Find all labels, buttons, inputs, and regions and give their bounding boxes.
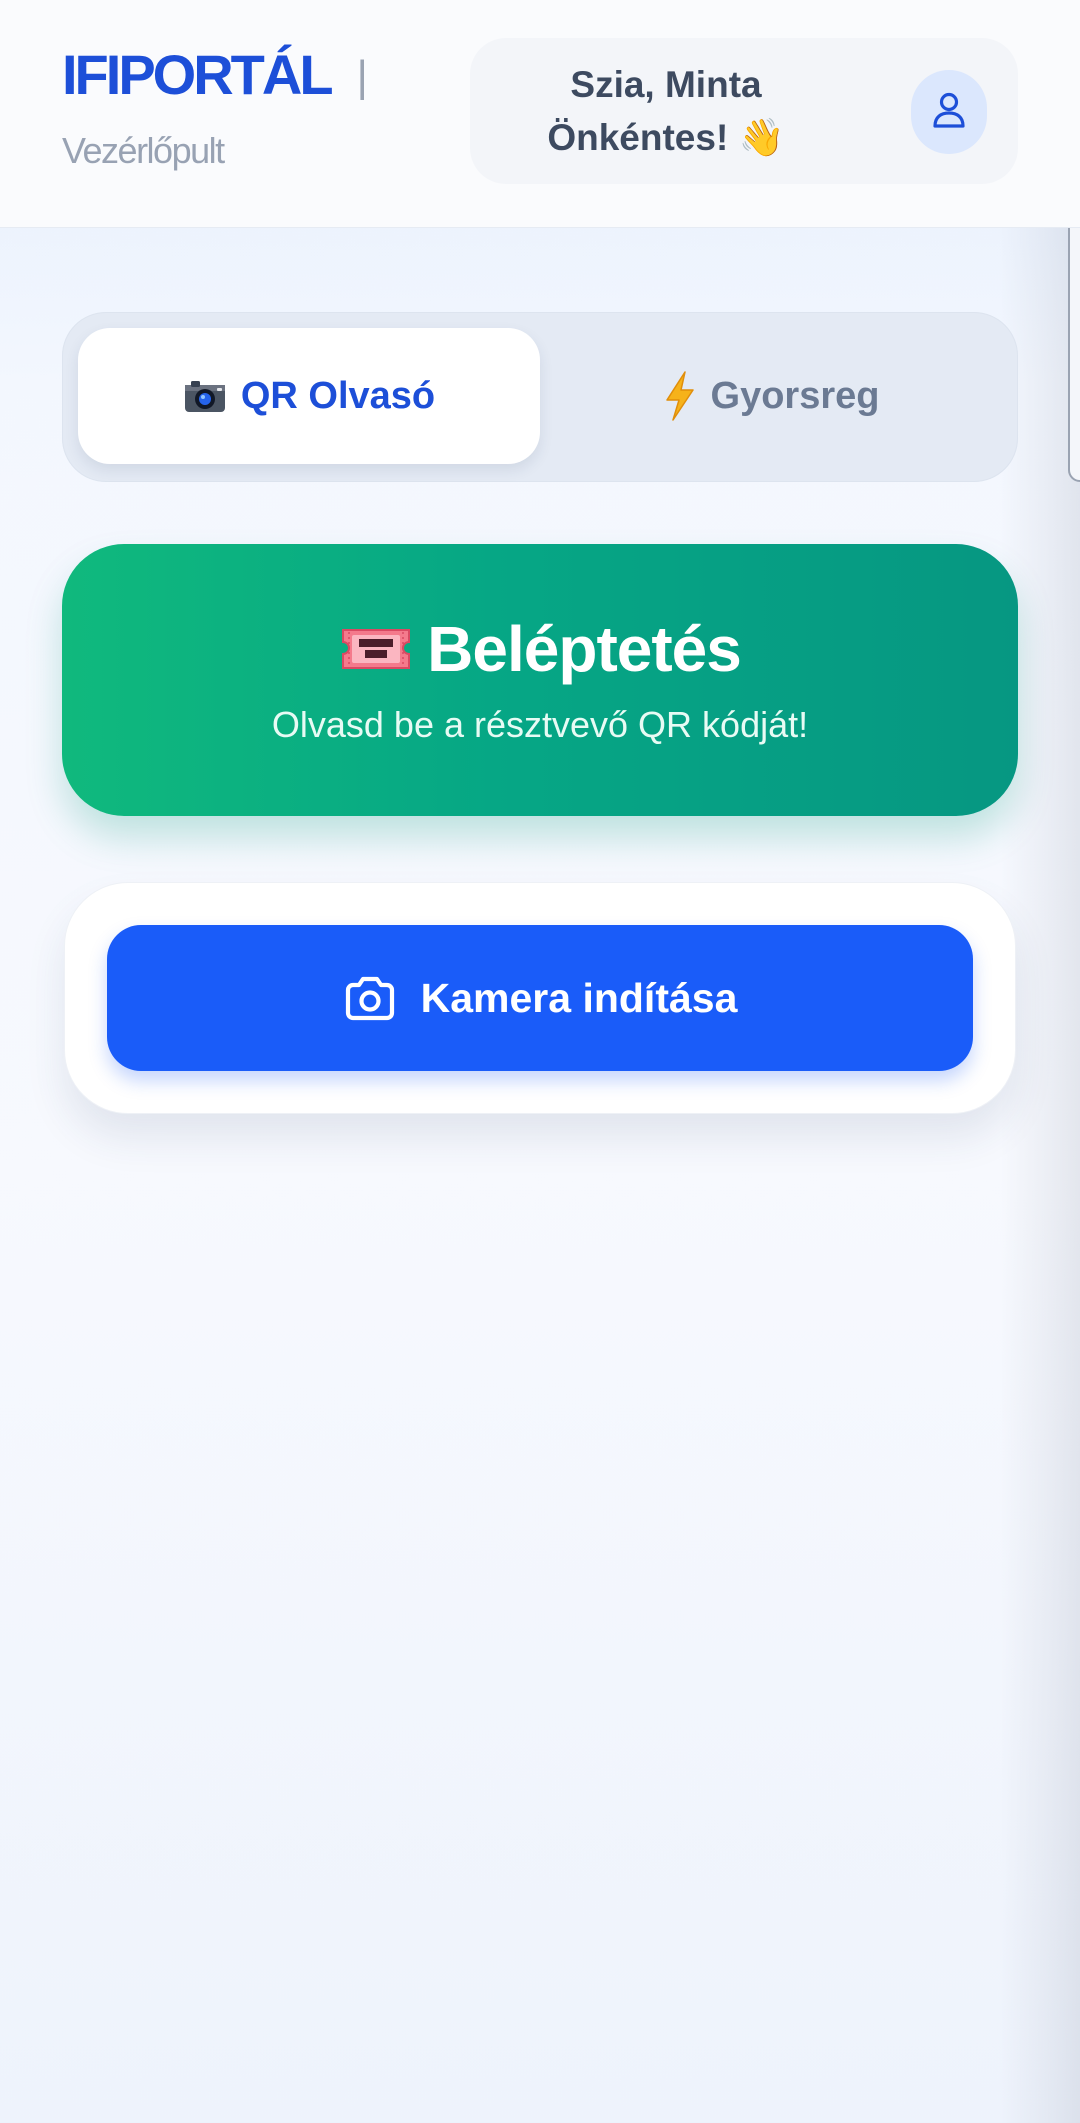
- greeting-line-2: Önkéntes! 👋: [547, 117, 785, 158]
- banner-title-row: Beléptetés: [62, 612, 1018, 686]
- app-header: IFIPORTÁL | Vezérlőpult Szia, Minta Önké…: [0, 0, 1080, 228]
- tab-qr-label: QR Olvasó: [240, 374, 436, 417]
- camera-icon: [183, 378, 227, 414]
- brand-name[interactable]: IFIPORTÁL: [62, 42, 334, 107]
- page-edge-shadow: [1000, 228, 1080, 2123]
- camera-icon: [343, 974, 397, 1022]
- camera-card: Kamera indítása: [64, 882, 1016, 1114]
- user-icon: [932, 91, 966, 134]
- lightning-icon: [663, 370, 697, 422]
- brand-separator: |: [356, 51, 368, 101]
- start-camera-button[interactable]: Kamera indítása: [107, 925, 973, 1071]
- start-camera-label: Kamera indítása: [420, 974, 738, 1021]
- brand: IFIPORTÁL |: [62, 42, 368, 107]
- greeting-line-1: Szia, Minta: [570, 64, 762, 105]
- user-greeting-card: Szia, Minta Önkéntes! 👋: [470, 38, 1018, 184]
- greeting-text: Szia, Minta Önkéntes! 👋: [498, 58, 834, 164]
- mode-tabs: QR Olvasó Gyorsreg: [62, 312, 1018, 482]
- tab-qr-reader[interactable]: QR Olvasó: [78, 328, 540, 464]
- check-in-banner: Beléptetés Olvasd be a résztvevő QR kódj…: [62, 544, 1018, 816]
- banner-title: Beléptetés: [427, 613, 742, 685]
- tab-quick-label: Gyorsreg: [710, 374, 880, 417]
- banner-subtitle: Olvasd be a résztvevő QR kódját!: [271, 704, 809, 745]
- avatar-button[interactable]: [911, 70, 987, 154]
- tab-quick-register[interactable]: Gyorsreg: [540, 328, 1002, 464]
- page-subtitle: Vezérlőpult: [62, 130, 225, 171]
- ticket-icon: [339, 624, 413, 674]
